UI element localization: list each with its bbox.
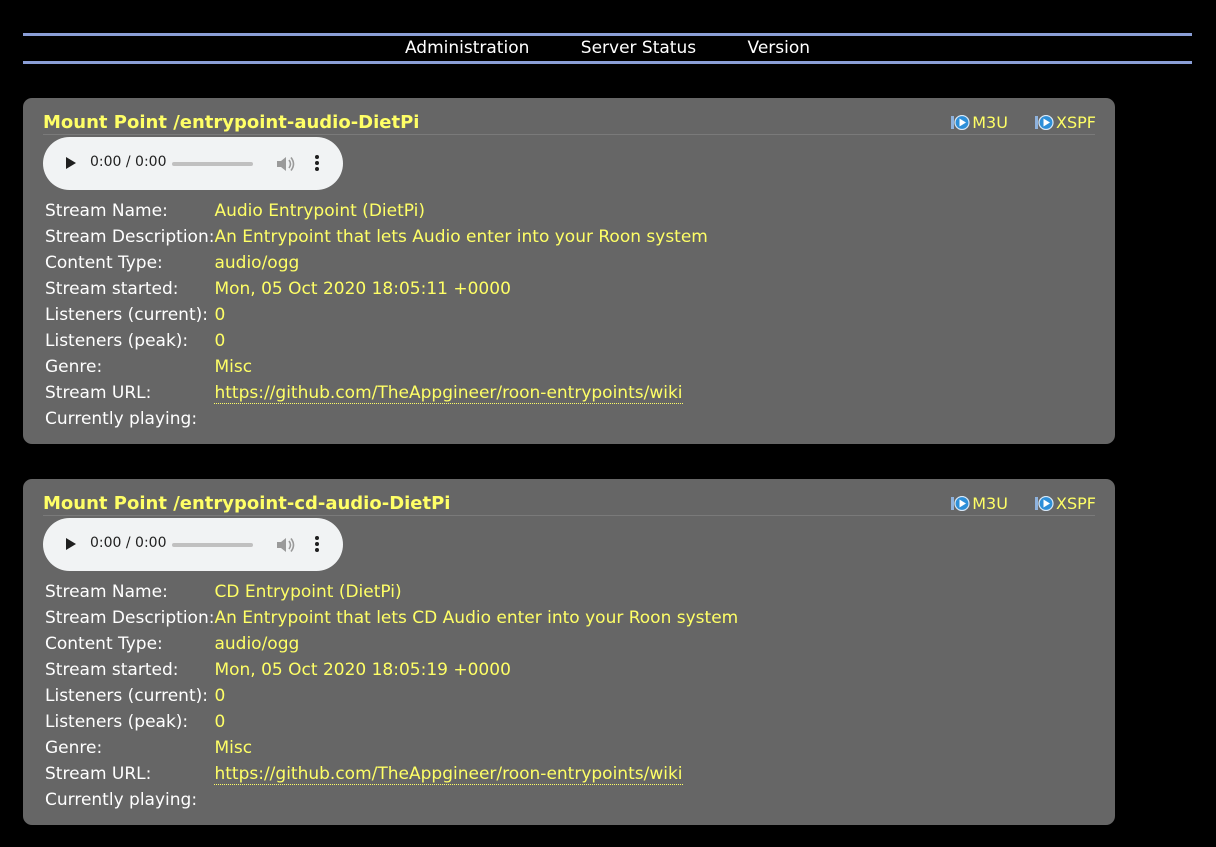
listeners-peak-label: Listeners (peak): bbox=[45, 331, 189, 351]
xspf-label: XSPF bbox=[1056, 113, 1096, 132]
info-row: Stream URL: https://github.com/TheAppgin… bbox=[43, 380, 708, 406]
info-row: Stream URL: https://github.com/TheAppgin… bbox=[43, 761, 738, 787]
info-row: Listeners (current): 0 bbox=[43, 683, 738, 709]
content-type-value: audio/ogg bbox=[214, 634, 300, 654]
nav-item-version[interactable]: Version bbox=[748, 38, 811, 58]
audio-player: 0:00 / 0:00 bbox=[43, 137, 343, 190]
player-time: 0:00 / 0:00 bbox=[90, 154, 167, 170]
title-divider bbox=[43, 515, 1095, 516]
listeners-peak-value: 0 bbox=[214, 331, 226, 351]
volume-icon[interactable] bbox=[276, 155, 296, 173]
seek-slider[interactable] bbox=[172, 543, 253, 547]
stream-description-label: Stream Description: bbox=[45, 608, 215, 628]
playlist-links: M3U XSPF bbox=[929, 113, 1096, 134]
listeners-peak-value: 0 bbox=[214, 712, 226, 732]
info-row: Listeners (peak): 0 bbox=[43, 709, 738, 735]
xspf-link[interactable]: XSPF bbox=[1035, 113, 1096, 132]
listeners-current-value: 0 bbox=[214, 686, 226, 706]
audio-player: 0:00 / 0:00 bbox=[43, 518, 343, 571]
info-row: Stream Description: An Entrypoint that l… bbox=[43, 605, 738, 631]
m3u-label: M3U bbox=[972, 113, 1008, 132]
more-options-icon[interactable] bbox=[315, 536, 319, 554]
info-row: Listeners (peak): 0 bbox=[43, 328, 708, 354]
stream-info-table: Stream Name: CD Entrypoint (DietPi) Stre… bbox=[43, 579, 738, 813]
currently-playing-label: Currently playing: bbox=[45, 409, 198, 429]
mount-point-panel: Mount Point /entrypoint-cd-audio-DietPi … bbox=[23, 479, 1115, 825]
info-row: Content Type: audio/ogg bbox=[43, 250, 708, 276]
content-type-label: Content Type: bbox=[45, 253, 163, 273]
info-row: Content Type: audio/ogg bbox=[43, 631, 738, 657]
stream-url-label: Stream URL: bbox=[45, 764, 152, 784]
genre-value: Misc bbox=[214, 738, 253, 758]
info-row: Stream started: Mon, 05 Oct 2020 18:05:1… bbox=[43, 276, 708, 302]
m3u-link[interactable]: M3U bbox=[951, 494, 1008, 513]
playlist-play-icon bbox=[951, 115, 970, 130]
genre-label: Genre: bbox=[45, 738, 103, 758]
mount-point-panel: Mount Point /entrypoint-audio-DietPi M3U… bbox=[23, 98, 1115, 444]
info-row: Currently playing: bbox=[43, 406, 708, 432]
stream-name-label: Stream Name: bbox=[45, 201, 168, 221]
playlist-play-icon bbox=[951, 496, 970, 511]
currently-playing-label: Currently playing: bbox=[45, 790, 198, 810]
mount-point-title: Mount Point /entrypoint-audio-DietPi bbox=[43, 112, 420, 133]
info-row: Genre: Misc bbox=[43, 735, 738, 761]
main-navigation: Administration Server Status Version bbox=[23, 33, 1192, 64]
stream-started-label: Stream started: bbox=[45, 660, 179, 680]
stream-name-value: CD Entrypoint (DietPi) bbox=[214, 582, 402, 602]
info-row: Stream Description: An Entrypoint that l… bbox=[43, 224, 708, 250]
nav-item-server-status[interactable]: Server Status bbox=[581, 38, 696, 58]
stream-started-label: Stream started: bbox=[45, 279, 179, 299]
listeners-peak-label: Listeners (peak): bbox=[45, 712, 189, 732]
title-divider bbox=[43, 134, 1095, 135]
info-row: Currently playing: bbox=[43, 787, 738, 813]
content-type-label: Content Type: bbox=[45, 634, 163, 654]
xspf-link[interactable]: XSPF bbox=[1035, 494, 1096, 513]
stream-url-link[interactable]: https://github.com/TheAppgineer/roon-ent… bbox=[214, 764, 683, 785]
play-icon[interactable] bbox=[66, 538, 76, 550]
playlist-play-icon bbox=[1035, 115, 1054, 130]
stream-url-link[interactable]: https://github.com/TheAppgineer/roon-ent… bbox=[214, 383, 683, 404]
stream-description-value: An Entrypoint that lets CD Audio enter i… bbox=[214, 608, 739, 628]
mount-point-title: Mount Point /entrypoint-cd-audio-DietPi bbox=[43, 493, 451, 514]
info-row: Listeners (current): 0 bbox=[43, 302, 708, 328]
play-icon[interactable] bbox=[66, 157, 76, 169]
nav-item-administration[interactable]: Administration bbox=[405, 38, 529, 58]
stream-name-value: Audio Entrypoint (DietPi) bbox=[214, 201, 425, 221]
playlist-links: M3U XSPF bbox=[929, 494, 1096, 515]
stream-started-value: Mon, 05 Oct 2020 18:05:11 +0000 bbox=[214, 279, 511, 299]
genre-value: Misc bbox=[214, 357, 253, 377]
seek-slider[interactable] bbox=[172, 162, 253, 166]
info-row: Genre: Misc bbox=[43, 354, 708, 380]
listeners-current-label: Listeners (current): bbox=[45, 686, 208, 706]
more-options-icon[interactable] bbox=[315, 155, 319, 173]
info-row: Stream started: Mon, 05 Oct 2020 18:05:1… bbox=[43, 657, 738, 683]
stream-name-label: Stream Name: bbox=[45, 582, 168, 602]
stream-started-value: Mon, 05 Oct 2020 18:05:19 +0000 bbox=[214, 660, 511, 680]
info-row: Stream Name: CD Entrypoint (DietPi) bbox=[43, 579, 738, 605]
stream-url-label: Stream URL: bbox=[45, 383, 152, 403]
info-row: Stream Name: Audio Entrypoint (DietPi) bbox=[43, 198, 708, 224]
player-time: 0:00 / 0:00 bbox=[90, 535, 167, 551]
stream-info-table: Stream Name: Audio Entrypoint (DietPi) S… bbox=[43, 198, 708, 432]
currently-playing-value bbox=[214, 787, 738, 813]
playlist-play-icon bbox=[1035, 496, 1054, 511]
content-type-value: audio/ogg bbox=[214, 253, 300, 273]
m3u-label: M3U bbox=[972, 494, 1008, 513]
listeners-current-label: Listeners (current): bbox=[45, 305, 208, 325]
xspf-label: XSPF bbox=[1056, 494, 1096, 513]
m3u-link[interactable]: M3U bbox=[951, 113, 1008, 132]
stream-description-value: An Entrypoint that lets Audio enter into… bbox=[214, 227, 708, 247]
volume-icon[interactable] bbox=[276, 536, 296, 554]
listeners-current-value: 0 bbox=[214, 305, 226, 325]
currently-playing-value bbox=[214, 406, 707, 432]
nav-menu: Administration Server Status Version bbox=[23, 38, 1192, 58]
stream-description-label: Stream Description: bbox=[45, 227, 215, 247]
genre-label: Genre: bbox=[45, 357, 103, 377]
